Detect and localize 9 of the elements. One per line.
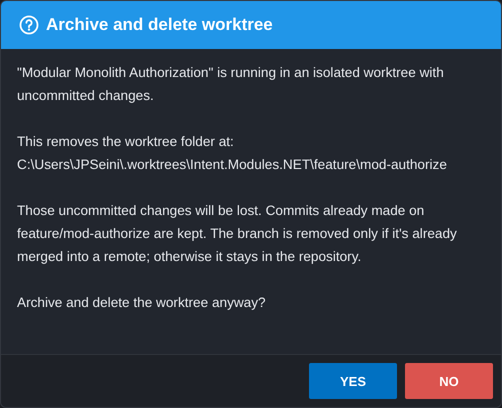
- message-text: This removes the worktree folder at:: [17, 133, 235, 151]
- message-text: Those uncommitted changes will be lost. Commits already made on feature/mod-authorize are kept. The branch is removed only if it's already merged into a remote; otherwise it stays in the repository.: [17, 202, 458, 266]
- dialog-title: Archive and delete worktree: [46, 15, 273, 35]
- no-button[interactable]: NO: [405, 363, 493, 399]
- message-text: "Modular Monolith Authorization" is running in an isolated worktree with uncommitted changes.: [17, 64, 445, 105]
- folder-path: C:\Users\JPSeini\.worktrees\Intent.Modules.NET\feature\mod-authorize: [17, 156, 448, 174]
- yes-button[interactable]: YES: [309, 363, 397, 399]
- message-text: Archive and delete the worktree anyway?: [17, 294, 267, 312]
- help-icon: [19, 15, 39, 35]
